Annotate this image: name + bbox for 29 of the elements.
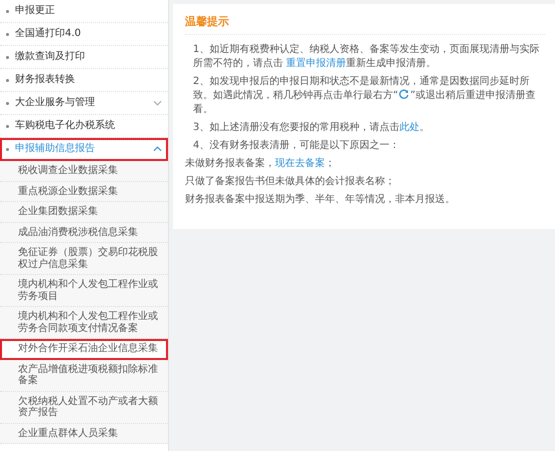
submenu-item[interactable]: 对外合作开采石油企业信息采集	[0, 339, 168, 360]
sidebar-item[interactable]: 申报辅助信息报告	[0, 138, 168, 161]
notice-text: 2、如发现申报后的申报日期和状态不是最新情况，通常是因数据同步延时所致。如遇此情况，稍几秒钟再点击单行最右方“ ”或退出稍后重进申报清册查看。	[192, 75, 536, 117]
sidebar-item[interactable]: 缴款查询及打印	[0, 46, 168, 69]
submenu-item[interactable]: 企业重点群体人员采集	[0, 424, 168, 444]
submenu-item[interactable]: 农产品增值税进项税额扣除标准备案	[0, 360, 168, 392]
submenu-item[interactable]: 企业集团数据采集	[0, 202, 168, 222]
submenu-item[interactable]: 境内机构和个人发包工程作业或劳务合同款项支付情况备案	[0, 307, 168, 339]
submenu-item[interactable]: 免征证券（股票）交易印花税股权过户信息采集	[0, 243, 168, 275]
notice-text: 只做了备案报告书但未做具体的会计报表名称；	[185, 175, 396, 189]
refresh-icon	[399, 89, 410, 99]
submenu-item[interactable]: 欠税纳税人处置不动产或者大额资产报告	[0, 392, 168, 424]
notice-link[interactable]: 重置申报清册	[286, 58, 346, 69]
submenu-item[interactable]: 境内机构和个人发包工程作业或劳务项目	[0, 275, 168, 307]
notice-text: 3、如上述清册没有您要报的常用税种，请点击此处。	[192, 121, 430, 135]
notice-title: 温馨提示	[185, 14, 545, 35]
submenu-item[interactable]: 税收调查企业数据采集	[0, 161, 168, 182]
sidebar-item[interactable]: 申报更正	[0, 0, 168, 23]
sidebar-item[interactable]: 财务报表转换	[0, 69, 168, 92]
submenu-item[interactable]: 成品油消费税涉税信息采集	[0, 222, 168, 243]
sidebar-item[interactable]: 大企业服务与管理	[0, 92, 168, 115]
notice-text: 1、如近期有税费种认定、纳税人资格、备案等发生变动，页面展现清册与实际所需不符的，请点击 重置申报清册重新生成申报清册。	[192, 43, 540, 71]
notice-link[interactable]: 此处	[399, 122, 420, 133]
submenu-item[interactable]: 重点税源企业数据采集	[0, 182, 168, 202]
notice-text: 未做财务报表备案，现在去备案；	[185, 157, 336, 171]
notice-text: 4、没有财务报表清册，可能是以下原因之一：	[192, 139, 400, 153]
sidebar-item[interactable]: 车购税电子化办税系统	[0, 115, 168, 138]
notice-text: 财务报表备案中报送期为季、半年、年等情况，非本月报送。	[185, 193, 456, 207]
sidebar-item[interactable]: 全国通打印4.0	[0, 23, 168, 46]
